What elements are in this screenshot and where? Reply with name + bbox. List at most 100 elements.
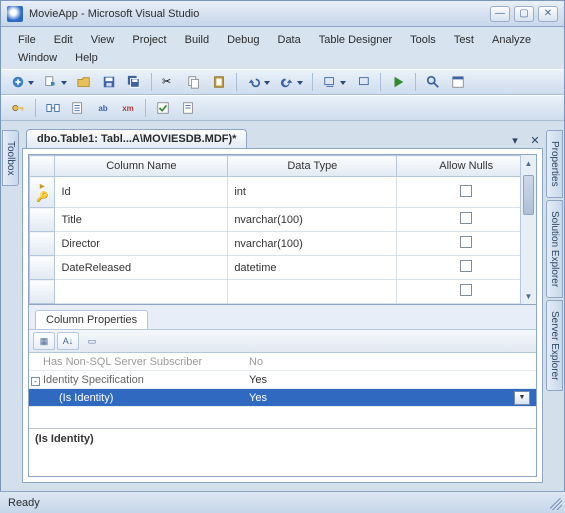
menu-file[interactable]: File [9,31,45,49]
row-selector[interactable] [30,256,55,280]
columns-grid[interactable]: Column Name Data Type Allow Nulls ▸🔑Idin… [29,155,536,304]
copy-button[interactable] [183,72,205,92]
minimize-button[interactable]: — [490,6,510,22]
scroll-down-button[interactable]: ▼ [521,288,536,304]
close-document-button[interactable]: ✕ [527,132,543,148]
cell-column-name[interactable]: Director [55,232,228,256]
save-all-button[interactable] [123,72,145,92]
col-header-nulls[interactable]: Allow Nulls [397,156,536,177]
cell-column-name[interactable]: Id [55,177,228,208]
property-value[interactable]: No [249,356,536,368]
close-button[interactable]: ✕ [538,6,558,22]
properties-grid[interactable]: Has Non-SQL Server SubscriberNoIdentity … [29,353,536,428]
table-row-new[interactable] [30,280,536,304]
cell-allow-nulls[interactable] [397,232,536,256]
menu-debug[interactable]: Debug [218,31,268,49]
col-header-name[interactable]: Column Name [55,156,228,177]
scroll-thumb[interactable] [523,175,534,215]
scroll-up-button[interactable]: ▲ [521,155,536,171]
set-primary-key-button[interactable] [7,98,29,118]
cell-column-name[interactable]: Title [55,208,228,232]
menu-build[interactable]: Build [176,31,218,49]
property-row[interactable]: Identity Specification-Yes [29,371,536,389]
column-properties-tab[interactable]: Column Properties [35,310,148,329]
row-selector[interactable] [30,232,55,256]
start-debug-button[interactable] [387,72,409,92]
cell-data-type[interactable]: datetime [228,256,397,280]
col-header-type[interactable]: Data Type [228,156,397,177]
undo-button[interactable] [243,72,265,92]
server-explorer-tab[interactable]: Server Explorer [546,300,563,391]
alphabetical-button[interactable]: A↓ [57,332,79,350]
open-button[interactable] [73,72,95,92]
property-name: (Is Identity) [29,392,249,404]
property-value[interactable]: Yes▼ [249,391,536,405]
properties-window-button[interactable] [447,72,469,92]
fulltext-index-button[interactable]: ab [92,98,114,118]
resize-grip[interactable] [550,498,562,510]
maximize-button[interactable]: ▢ [514,6,534,22]
document-area: dbo.Table1: Tabl...A\MOVIESDB.MDF)* ▾ ✕ … [22,128,543,483]
cell-data-type[interactable]: nvarchar(100) [228,232,397,256]
table-row[interactable]: Directornvarchar(100) [30,232,536,256]
checkbox[interactable] [460,185,472,197]
document-tab[interactable]: dbo.Table1: Tabl...A\MOVIESDB.MDF)* [26,129,247,148]
column-properties-panel: Column Properties ▦ A↓ ▭ Has Non-SQL Ser… [29,304,536,476]
checkbox[interactable] [460,284,472,296]
nav-back-button[interactable] [319,72,341,92]
cell-allow-nulls[interactable] [397,177,536,208]
add-item-button[interactable] [40,72,62,92]
row-selector[interactable]: ▸🔑 [30,177,55,208]
save-button[interactable] [98,72,120,92]
paste-button[interactable] [208,72,230,92]
menu-window[interactable]: Window [9,49,66,67]
cell-allow-nulls[interactable] [397,208,536,232]
property-name: Identity Specification- [29,374,249,386]
menu-analyze[interactable]: Analyze [483,31,540,49]
menu-bar: FileEditViewProjectBuildDebugDataTable D… [1,27,564,69]
cut-button[interactable]: ✂ [158,72,180,92]
menu-project[interactable]: Project [123,31,175,49]
find-button[interactable] [422,72,444,92]
categorized-button[interactable]: ▦ [33,332,55,350]
row-header-blank [30,156,55,177]
nav-forward-button[interactable] [352,72,374,92]
new-project-button[interactable] [7,72,29,92]
menu-edit[interactable]: Edit [45,31,82,49]
solution-explorer-tab[interactable]: Solution Explorer [546,200,563,298]
properties-toolbar: ▦ A↓ ▭ [29,329,536,353]
cell-column-name[interactable]: DateReleased [55,256,228,280]
active-files-dropdown[interactable]: ▾ [507,132,523,148]
property-row[interactable]: Has Non-SQL Server SubscriberNo [29,353,536,371]
properties-tab[interactable]: Properties [546,130,563,198]
menu-data[interactable]: Data [269,31,310,49]
dropdown-button[interactable]: ▼ [514,391,530,405]
redo-button[interactable] [276,72,298,92]
cell-data-type[interactable]: int [228,177,397,208]
expand-toggle[interactable]: - [31,377,40,386]
toolbox-tab[interactable]: Toolbox [2,130,19,186]
menu-view[interactable]: View [82,31,124,49]
menu-table-designer[interactable]: Table Designer [310,31,401,49]
property-row[interactable]: (Is Identity)Yes▼ [29,389,536,407]
generate-script-button[interactable] [177,98,199,118]
menu-test[interactable]: Test [445,31,483,49]
xml-index-button[interactable]: xm [117,98,139,118]
checkbox[interactable] [460,260,472,272]
check-constraints-button[interactable] [152,98,174,118]
cell-data-type[interactable]: nvarchar(100) [228,208,397,232]
menu-tools[interactable]: Tools [401,31,445,49]
property-pages-button[interactable]: ▭ [81,332,103,350]
checkbox[interactable] [460,212,472,224]
relationships-button[interactable] [42,98,64,118]
row-selector[interactable] [30,208,55,232]
checkbox[interactable] [460,236,472,248]
menu-help[interactable]: Help [66,49,107,67]
table-row[interactable]: ▸🔑Idint [30,177,536,208]
table-row[interactable]: DateReleaseddatetime [30,256,536,280]
grid-scrollbar[interactable]: ▲ ▼ [520,155,536,304]
table-row[interactable]: Titlenvarchar(100) [30,208,536,232]
property-value[interactable]: Yes [249,374,536,386]
indexes-button[interactable] [67,98,89,118]
cell-allow-nulls[interactable] [397,256,536,280]
